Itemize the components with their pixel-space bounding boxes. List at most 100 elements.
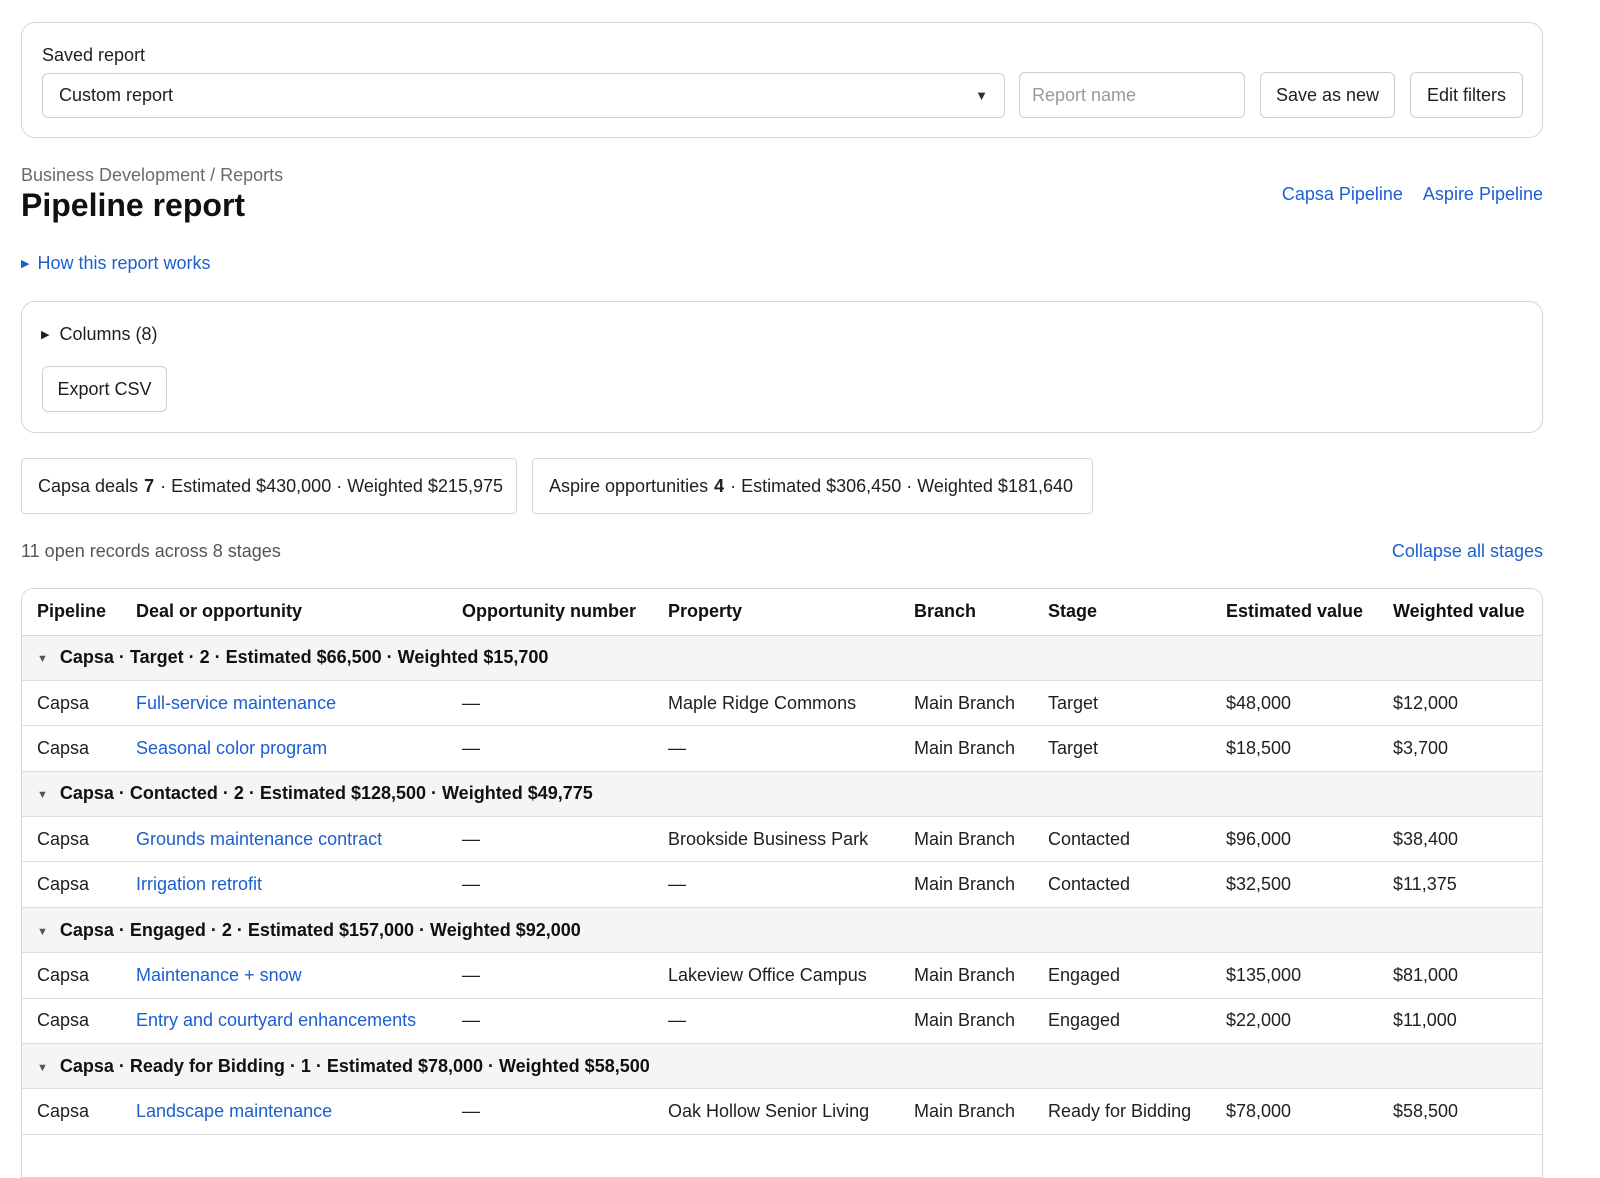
cell-deal: Irrigation retrofit [121, 861, 447, 908]
cell-opportunity-number: — [447, 680, 653, 727]
table-row: Capsa Maintenance + snow — Lakeview Offi… [22, 952, 1542, 999]
cell-weighted-value: $12,000 [1378, 680, 1542, 727]
cell-weighted-value: $3,700 [1378, 725, 1542, 772]
caret-down-icon[interactable]: ▼ [37, 789, 48, 801]
cell-weighted-value: $81,000 [1378, 952, 1542, 999]
cell-branch: Main Branch [899, 680, 1033, 727]
caret-down-icon[interactable]: ▼ [37, 1062, 48, 1074]
column-header[interactable]: Estimated value [1211, 589, 1378, 636]
deal-link[interactable]: Maintenance + snow [136, 965, 302, 985]
edit-filters-button[interactable]: Edit filters [1410, 72, 1523, 118]
cell-deal: Maintenance + snow [121, 952, 447, 999]
column-header[interactable]: Branch [899, 589, 1033, 636]
saved-report-label: Saved report [42, 45, 146, 65]
aspire-summary-card: Aspire opportunities 4 · Estimated $306,… [532, 458, 1093, 514]
columns-panel: ▶ Columns (8) Export CSV [21, 301, 1543, 433]
cell-deal: Full-service maintenance [121, 680, 447, 727]
cell-pipeline: Capsa [22, 680, 121, 727]
cell-estimated-value: $96,000 [1211, 816, 1378, 863]
stage-group-row[interactable]: ▼ Capsa · Contacted · 2 · Estimated $128,… [22, 771, 1542, 818]
cell-opportunity-number: — [447, 1088, 653, 1135]
cell-opportunity-number: — [447, 816, 653, 863]
cell-property: Brookside Business Park [653, 816, 899, 863]
stage-group-cell: ▼ Capsa · Ready for Bidding · 1 · Estimat… [22, 1043, 1542, 1090]
deal-link[interactable]: Entry and courtyard enhancements [136, 1010, 416, 1030]
deal-link[interactable]: Full-service maintenance [136, 693, 336, 713]
report-name-input[interactable] [1019, 72, 1245, 118]
stage-group-cell: ▼ Capsa · Target · 2 · Estimated $66,500 … [22, 635, 1542, 681]
stage-group-row[interactable]: ▼ Capsa · Engaged · 2 · Estimated $157,00… [22, 907, 1542, 954]
cell-stage: Target [1033, 680, 1211, 727]
stage-group-label: Capsa · Contacted · 2 · Estimated $128,5… [59, 783, 593, 804]
save-as-new-button[interactable]: Save as new [1260, 72, 1395, 118]
cell-property: — [653, 998, 899, 1045]
column-header[interactable]: Weighted value [1378, 589, 1542, 636]
stage-group-label: Capsa · Target · 2 · Estimated $66,500 ·… [59, 647, 549, 668]
cell-pipeline: Capsa [22, 952, 121, 999]
cell-property: Oak Hollow Senior Living [653, 1088, 899, 1135]
cell-pipeline: Capsa [22, 861, 121, 908]
column-header[interactable]: Opportunity number [447, 589, 653, 636]
saved-report-select[interactable]: Custom report ▼ [42, 73, 1005, 118]
pipeline-links: Capsa Pipeline Aspire Pipeline [1282, 184, 1543, 205]
column-header[interactable]: Stage [1033, 589, 1211, 636]
cell-pipeline: Capsa [22, 1088, 121, 1135]
deal-link[interactable]: Landscape maintenance [136, 1101, 332, 1121]
cell-estimated-value: $135,000 [1211, 952, 1378, 999]
cell-weighted-value: $11,375 [1378, 861, 1542, 908]
table-header-row: Pipeline Deal or opportunity Opportunity… [22, 589, 1542, 636]
cell-estimated-value: $48,000 [1211, 680, 1378, 727]
cell-pipeline: Capsa [22, 725, 121, 772]
saved-report-panel: Saved report Custom report ▼ Save as new… [21, 22, 1543, 138]
cell-deal: Entry and courtyard enhancements [121, 998, 447, 1045]
cell-property: — [653, 725, 899, 772]
export-csv-button[interactable]: Export CSV [42, 366, 167, 412]
table-row: Capsa Landscape maintenance — Oak Hollow… [22, 1088, 1542, 1135]
aspire-pipeline-link[interactable]: Aspire Pipeline [1423, 184, 1543, 205]
caret-down-icon[interactable]: ▼ [37, 653, 48, 665]
pipeline-table: Pipeline Deal or opportunity Opportunity… [21, 588, 1543, 1178]
cell-branch: Main Branch [899, 725, 1033, 772]
collapse-all-stages-link[interactable]: Collapse all stages [1392, 541, 1543, 562]
stage-group-row[interactable]: ▼ Capsa · Target · 2 · Estimated $66,500 … [22, 635, 1542, 681]
how-report-works-toggle[interactable]: ▶ How this report works [21, 253, 211, 274]
cell-stage: Engaged [1033, 952, 1211, 999]
deal-link[interactable]: Irrigation retrofit [136, 874, 262, 894]
column-header[interactable]: Pipeline [22, 589, 121, 636]
table-row: Capsa Entry and courtyard enhancements —… [22, 998, 1542, 1045]
aspire-summary-totals: · Estimated $306,450 · Weighted $181,640 [730, 475, 1074, 496]
table-row: Capsa Grounds maintenance contract — Bro… [22, 816, 1542, 863]
cell-weighted-value: $58,500 [1378, 1088, 1542, 1135]
deal-link[interactable]: Seasonal color program [136, 738, 327, 758]
stage-group-row[interactable]: ▼ Capsa · Ready for Bidding · 1 · Estimat… [22, 1043, 1542, 1090]
cell-weighted-value: $11,000 [1378, 998, 1542, 1045]
triangle-right-icon: ▶ [21, 258, 30, 270]
cell-stage: Contacted [1033, 861, 1211, 908]
how-report-works-label: How this report works [37, 253, 211, 273]
caret-down-icon[interactable]: ▼ [37, 926, 48, 938]
cell-branch: Main Branch [899, 1088, 1033, 1135]
page: Saved report Custom report ▼ Save as new… [0, 0, 1600, 1178]
capsa-pipeline-link[interactable]: Capsa Pipeline [1282, 184, 1403, 205]
cell-branch: Main Branch [899, 816, 1033, 863]
capsa-summary-prefix: Capsa deals [38, 475, 139, 496]
cell-property: Maple Ridge Commons [653, 680, 899, 727]
cell-opportunity-number: — [447, 861, 653, 908]
capsa-summary-count: 7 [144, 475, 155, 496]
column-header[interactable]: Deal or opportunity [121, 589, 447, 636]
cell-deal: Grounds maintenance contract [121, 816, 447, 863]
breadcrumb: Business Development / Reports [21, 165, 284, 185]
cell-branch: Main Branch [899, 952, 1033, 999]
deal-link[interactable]: Grounds maintenance contract [136, 829, 382, 849]
chevron-down-icon: ▼ [975, 88, 988, 103]
columns-toggle[interactable]: ▶ Columns (8) [41, 324, 158, 345]
triangle-right-icon: ▶ [41, 329, 50, 341]
cell-deal: Landscape maintenance [121, 1088, 447, 1135]
cell-stage: Ready for Bidding [1033, 1088, 1211, 1135]
cell-deal: Seasonal color program [121, 725, 447, 772]
cell-opportunity-number: — [447, 998, 653, 1045]
records-count: 11 open records across 8 stages [21, 541, 281, 561]
column-header[interactable]: Property [653, 589, 899, 636]
cell-branch: Main Branch [899, 861, 1033, 908]
cell-property: Lakeview Office Campus [653, 952, 899, 999]
